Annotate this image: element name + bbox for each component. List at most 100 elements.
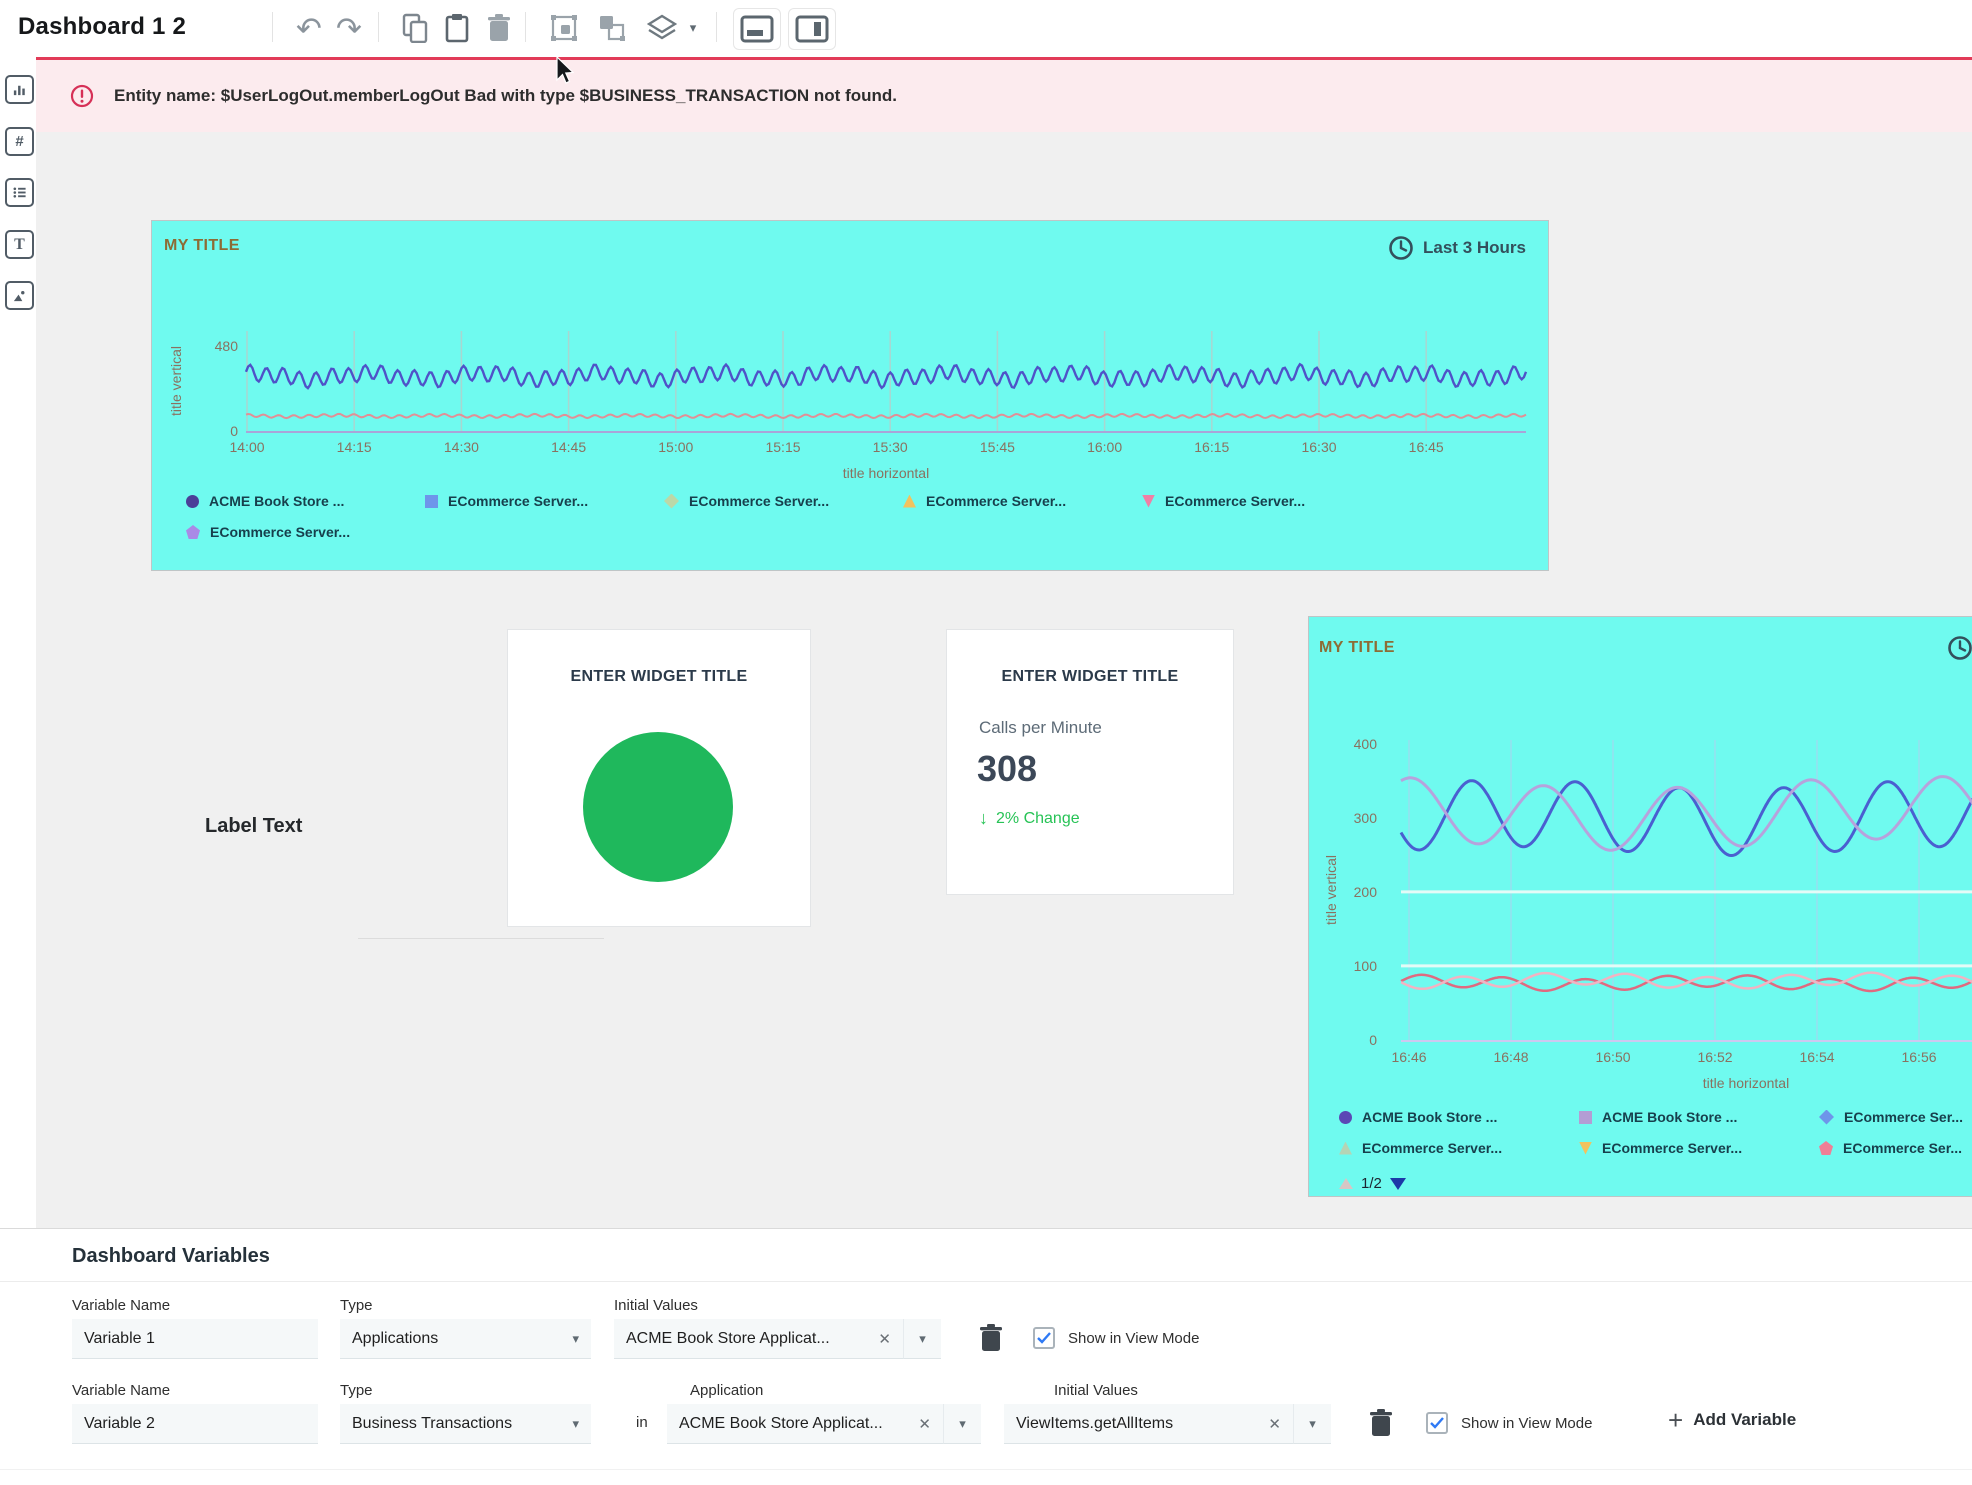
x-axis-tick-label: 16:52 [1697, 1049, 1732, 1065]
time-range-label: Last 3 Hours [1423, 238, 1526, 258]
legend-item[interactable]: ECommerce Server... [1579, 1140, 1819, 1156]
ungroup-button[interactable] [593, 8, 631, 48]
x-axis-tick-label: 15:45 [980, 439, 1015, 455]
x-axis-tick-label: 16:48 [1493, 1049, 1528, 1065]
token-label: ViewItems.getAllItems [1016, 1415, 1173, 1433]
value-token[interactable]: ViewItems.getAllItems ✕ [1004, 1404, 1293, 1444]
type-select[interactable]: Applications ▾ [340, 1319, 591, 1359]
y-axis-tick-label: 400 [1354, 736, 1377, 752]
legend-item[interactable]: ECommerce Server... [1339, 1140, 1579, 1156]
timeseries-widget[interactable]: MY TITLE title vertical 4003002001000 16… [1308, 616, 1972, 1197]
delete-variable-button[interactable] [1368, 1408, 1396, 1438]
chevron-down-icon: ▾ [690, 20, 697, 36]
plus-icon: + [1668, 1407, 1683, 1433]
add-chart-widget-button[interactable] [5, 75, 34, 104]
token-dropdown-button[interactable]: ▾ [903, 1319, 941, 1359]
list-icon [12, 185, 27, 200]
clock-icon[interactable] [1947, 635, 1972, 661]
check-icon [1430, 1417, 1444, 1429]
add-metric-widget-button[interactable]: # [5, 127, 34, 156]
delete-button[interactable] [480, 8, 518, 48]
series-line [246, 414, 1526, 418]
circle-marker-icon [186, 495, 199, 508]
legend-item[interactable]: ECommerce Server... [1142, 493, 1381, 509]
remove-token-icon[interactable]: ✕ [878, 1330, 891, 1348]
toggle-bottom-panel-button[interactable] [733, 8, 781, 50]
timeseries-widget[interactable]: MY TITLE Last 3 Hours title vertical 480… [151, 220, 1549, 571]
legend-item[interactable]: ACME Book Store ... [1579, 1109, 1819, 1125]
bottom-panel-icon [740, 15, 774, 43]
value-token[interactable]: ACME Book Store Applicat... ✕ [667, 1404, 943, 1444]
x-axis-tick-label: 16:15 [1194, 439, 1229, 455]
x-axis-title: title horizontal [246, 465, 1526, 481]
redo-button[interactable]: ↷ [330, 8, 368, 48]
legend-item[interactable]: ECommerce Server... [186, 524, 425, 540]
toolbar-separator [716, 12, 717, 42]
pie-chart[interactable] [583, 732, 733, 882]
type-select[interactable]: Business Transactions ▾ [340, 1404, 591, 1444]
value-token[interactable]: ACME Book Store Applicat... ✕ [614, 1319, 903, 1359]
legend-label: ECommerce Ser... [1844, 1109, 1963, 1125]
page-up-icon[interactable] [1339, 1178, 1353, 1189]
alert-circle-icon [70, 84, 94, 108]
undo-button[interactable]: ↶ [290, 8, 328, 48]
legend-item[interactable]: ECommerce Server... [664, 493, 903, 509]
toggle-right-panel-button[interactable] [788, 8, 836, 50]
series-line [1401, 777, 1972, 851]
legend-item[interactable]: ECommerce Server... [903, 493, 1142, 509]
paste-button[interactable] [438, 8, 476, 48]
show-in-view-mode-checkbox[interactable] [1426, 1412, 1448, 1434]
divider [0, 1469, 1972, 1470]
time-range[interactable]: Last 3 Hours [1388, 235, 1526, 261]
y-axis-ticks: 4003002001000 [1337, 740, 1377, 1040]
copy-button[interactable] [396, 8, 434, 48]
variable-name-label: Variable Name [72, 1382, 170, 1399]
x-axis-tick-label: 14:15 [337, 439, 372, 455]
legend-item[interactable]: ECommerce Ser... [1819, 1109, 1972, 1125]
type-label: Type [340, 1382, 373, 1399]
remove-token-icon[interactable]: ✕ [1268, 1415, 1281, 1433]
redo-icon: ↷ [336, 13, 362, 44]
pie-widget[interactable]: ENTER WIDGET TITLE [507, 629, 811, 927]
variable-name-input[interactable] [72, 1319, 318, 1359]
group-button[interactable] [545, 8, 583, 48]
plot-area [1401, 740, 1972, 1040]
toolbar: Dashboard 1 2 ↶ ↷ [0, 0, 1972, 57]
label-widget[interactable]: Label Text [205, 815, 302, 838]
legend-item[interactable]: ECommerce Server... [425, 493, 664, 509]
layers-button[interactable] [645, 8, 679, 48]
remove-token-icon[interactable]: ✕ [918, 1415, 931, 1433]
legend-label: ECommerce Server... [926, 493, 1066, 509]
delete-variable-button[interactable] [978, 1323, 1006, 1353]
x-axis-tick-label: 14:00 [229, 439, 264, 455]
series-line [246, 364, 1526, 388]
add-variable-button[interactable]: + Add Variable [1668, 1407, 1796, 1433]
x-axis-tick-label: 15:30 [873, 439, 908, 455]
token-dropdown-button[interactable]: ▾ [1293, 1404, 1331, 1444]
variable-name-label: Variable Name [72, 1297, 170, 1314]
metric-widget[interactable]: ENTER WIDGET TITLE Calls per Minute 308 … [946, 629, 1234, 895]
widget-title: ENTER WIDGET TITLE [508, 668, 810, 686]
page-indicator: 1/2 [1361, 1175, 1382, 1192]
y-axis-tick-label: 0 [1369, 1032, 1377, 1048]
page-down-icon[interactable] [1390, 1178, 1406, 1190]
widget-title: MY TITLE [164, 237, 240, 255]
add-list-widget-button[interactable] [5, 178, 34, 207]
add-text-widget-button[interactable]: T [5, 230, 34, 259]
legend-item[interactable]: ECommerce Ser... [1819, 1140, 1972, 1156]
square-marker-icon [1579, 1111, 1592, 1124]
legend-item[interactable]: ACME Book Store ... [1339, 1109, 1579, 1125]
paste-icon [444, 13, 470, 43]
clock-icon [1388, 235, 1414, 261]
add-image-widget-button[interactable] [5, 281, 34, 310]
layers-caret-button[interactable]: ▾ [683, 8, 703, 48]
bar-chart-icon [12, 82, 27, 97]
legend-item[interactable]: ACME Book Store ... [186, 493, 425, 509]
show-in-view-mode-checkbox[interactable] [1033, 1327, 1055, 1349]
y-axis-tick-label: 0 [230, 423, 238, 439]
token-dropdown-button[interactable]: ▾ [943, 1404, 981, 1444]
type-label: Type [340, 1297, 373, 1314]
right-panel-icon [795, 15, 829, 43]
variable-name-input[interactable] [72, 1404, 318, 1444]
hash-icon: # [15, 134, 23, 149]
